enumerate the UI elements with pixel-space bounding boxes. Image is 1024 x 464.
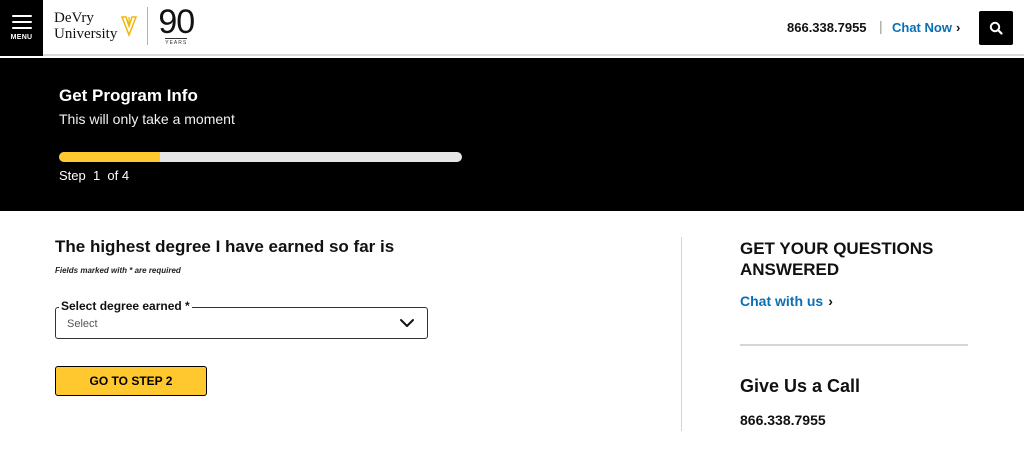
chat-with-us-link[interactable]: Chat with us › (740, 293, 833, 309)
step-indicator: Step 1 of 4 (59, 168, 130, 183)
devry-shield-icon (121, 16, 138, 37)
sidebar-phone-link[interactable]: 866.338.7955 (740, 412, 826, 428)
anniversary-sub: YEARS (165, 37, 188, 46)
header-phone-link[interactable]: 866.338.7955 (787, 20, 867, 35)
anniversary-badge: 90 YEARS (158, 2, 195, 46)
chat-now-link[interactable]: Chat Now › (892, 20, 960, 35)
search-icon (989, 21, 1003, 35)
required-fields-note: Fields marked with * are required (55, 266, 181, 275)
anniversary-number: 90 (158, 2, 195, 41)
logo-line-2: University (54, 26, 118, 42)
logo-line-1: DeVry (54, 10, 94, 26)
banner-subtitle: This will only take a moment (59, 111, 235, 127)
chat-with-us-label: Chat with us (740, 293, 824, 309)
form-question: The highest degree I have earned so far … (55, 237, 395, 256)
chevron-right-icon: › (955, 20, 961, 35)
progress-fill (59, 152, 160, 162)
chevron-right-icon: › (828, 293, 833, 309)
hamburger-icon (11, 15, 32, 29)
degree-select-label: Select degree earned * (59, 299, 192, 313)
banner-title: Get Program Info (59, 86, 198, 105)
site-header: MENU DeVry University 90 YEARS 866.338.7… (0, 0, 1024, 56)
devry-logo[interactable]: DeVry University 90 YEARS (54, 2, 195, 46)
go-to-step-2-button[interactable]: GO TO STEP 2 (55, 366, 207, 396)
search-button[interactable] (979, 11, 1013, 45)
sidebar-divider (740, 344, 968, 346)
questions-heading: GET YOUR QUESTIONS ANSWERED (740, 239, 934, 279)
chat-now-label: Chat Now (892, 20, 952, 35)
logo-wordmark: DeVry University (54, 10, 117, 42)
menu-label: MENU (10, 34, 33, 41)
logo-divider (147, 7, 149, 45)
header-separator: | (879, 18, 883, 34)
program-info-banner: Get Program Info This will only take a m… (0, 58, 1024, 211)
degree-select-value: Select (67, 318, 98, 330)
progress-bar (59, 152, 462, 162)
menu-button[interactable]: MENU (0, 0, 43, 56)
chevron-down-icon (400, 319, 414, 327)
column-divider (681, 237, 682, 431)
give-us-a-call-heading: Give Us a Call (740, 376, 861, 396)
